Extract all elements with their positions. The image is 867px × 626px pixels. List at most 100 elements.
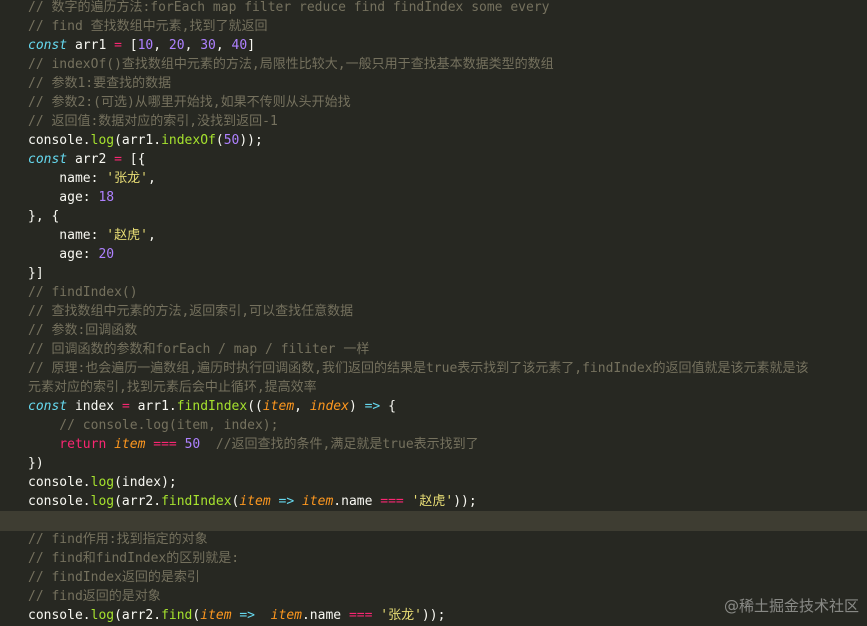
code-token: console. [28, 494, 91, 509]
code-token: 50 [223, 133, 240, 148]
code-token: === [153, 437, 177, 452]
code-line[interactable]: const index = arr1.findIndex((item, inde… [28, 397, 396, 416]
code-token: findIndex [176, 399, 248, 414]
code-token: === [380, 494, 404, 509]
code-token: // 回调函数的参数和forEach / map / filiter 一样 [28, 342, 370, 357]
code-token: }] [28, 266, 44, 281]
code-line[interactable]: console.log(index); [28, 473, 177, 492]
code-line[interactable]: }] [28, 264, 44, 283]
code-line[interactable]: console.log(arr1.indexOf(50)); [28, 131, 263, 150]
code-line[interactable]: // findIndex() [28, 283, 138, 302]
code-token: log [90, 133, 115, 148]
code-token: log [90, 494, 115, 509]
code-line[interactable]: // 参数2:(可选)从哪里开始找,如果不传则从头开始找 [28, 93, 351, 112]
code-line[interactable]: const arr2 = [{ [28, 150, 145, 169]
code-token: item [200, 608, 232, 623]
code-line[interactable]: // 返回值:数据对应的索引,没找到返回-1 [28, 112, 278, 131]
code-token: = [114, 152, 122, 167]
code-line[interactable]: // 回调函数的参数和forEach / map / filiter 一样 [28, 340, 369, 359]
code-token: item [301, 494, 334, 509]
code-line[interactable]: // indexOf()查找数组中元素的方法,局限性比较大,一般只用于查找基本数… [28, 55, 554, 74]
code-token: = [121, 399, 130, 414]
code-token: name: [28, 228, 107, 243]
code-token: item [262, 399, 295, 414]
code-editor[interactable]: // 数字的遍历方法:forEach map filter reduce fin… [0, 0, 867, 626]
code-line[interactable]: const arr1 = [10, 20, 30, 40] [28, 36, 255, 55]
code-token: // find 查找数组中元素,找到了就返回 [28, 19, 268, 34]
code-token: const [28, 399, 68, 414]
code-line[interactable]: // find返回的是对象 [28, 587, 161, 606]
code-token: arr1 [67, 38, 115, 53]
code-token: (arr2. [114, 608, 162, 623]
code-token: 50 [184, 437, 201, 452]
code-token: , [153, 38, 169, 53]
code-line[interactable]: // 参数1:要查找的数据 [28, 74, 171, 93]
code-token: [ [121, 38, 138, 53]
code-token: // find和findIndex的区别就是: [28, 551, 240, 566]
code-token: = [114, 38, 122, 53]
code-line[interactable]: console.log(arr2.findIndex(item => item.… [28, 492, 477, 511]
code-line[interactable]: // 参数:回调函数 [28, 321, 137, 340]
code-token: 20 [98, 247, 115, 262]
code-line[interactable]: // find作用:找到指定的对象 [28, 530, 208, 549]
code-token: 18 [98, 190, 115, 205]
code-line[interactable]: age: 18 [28, 188, 114, 207]
code-token: '张龙' [106, 171, 148, 186]
code-token: , [215, 38, 232, 53]
code-token: => [278, 494, 295, 509]
code-line[interactable]: // console.log(item, index); [28, 416, 278, 435]
code-token: [{ [121, 152, 146, 167]
code-token: log [90, 608, 115, 623]
code-token: arr2 [67, 152, 115, 167]
code-token: 40 [231, 38, 248, 53]
code-token: // 参数:回调函数 [28, 323, 138, 338]
code-line[interactable]: return item === 50 //返回查找的条件,满足就是true表示找… [28, 435, 478, 454]
code-line[interactable]: console.log(arr2.find(item => item.name … [28, 606, 445, 625]
code-token: .name [301, 608, 349, 623]
code-line[interactable]: name: '张龙', [28, 169, 155, 188]
code-token: ( [215, 133, 224, 148]
code-token: // findIndex返回的是索引 [28, 570, 200, 585]
code-token: (arr1. [114, 133, 162, 148]
code-line[interactable]: // findIndex返回的是索引 [28, 568, 200, 587]
code-token: )); [239, 133, 263, 148]
code-line[interactable]: // find和findIndex的区别就是: [28, 549, 239, 568]
code-token: const [28, 38, 68, 53]
code-line[interactable]: }) [28, 454, 44, 473]
code-line[interactable]: // 查找数组中元素的方法,返回索引,可以查找任意数据 [28, 302, 353, 321]
code-token: => [239, 608, 256, 623]
code-token: (( [247, 399, 263, 414]
code-line[interactable]: age: 20 [28, 245, 114, 264]
code-token: console. [28, 608, 91, 623]
current-line-highlight [0, 511, 867, 531]
code-token: .name [333, 494, 381, 509]
code-token: indexOf [161, 133, 216, 148]
code-token: // indexOf()查找数组中元素的方法,局限性比较大,一般只用于查找基本数… [28, 57, 554, 72]
code-token: // 查找数组中元素的方法,返回索引,可以查找任意数据 [28, 304, 354, 319]
code-token: console. [28, 475, 91, 490]
code-token: }) [28, 456, 44, 471]
code-token: }, { [28, 209, 60, 224]
code-token: item [239, 494, 271, 509]
code-line[interactable]: 元素对应的索引,找到元素后会中止循环,提高效率 [28, 378, 317, 397]
code-token: (index); [114, 475, 177, 490]
code-line[interactable]: name: '赵虎', [28, 226, 156, 245]
code-token: age: [28, 247, 99, 262]
code-line[interactable]: }, { [28, 207, 59, 226]
code-token: (arr2. [114, 494, 162, 509]
code-line[interactable]: // 数字的遍历方法:forEach map filter reduce fin… [28, 0, 549, 17]
code-line[interactable]: // find 查找数组中元素,找到了就返回 [28, 17, 267, 36]
code-token: => [364, 399, 381, 414]
code-line[interactable]: // 原理:也会遍历一遍数组,遍历时执行回调函数,我们返回的结果是true表示找… [28, 359, 809, 378]
code-token: , [147, 228, 156, 243]
code-token: )); [453, 494, 477, 509]
code-token: name: [28, 171, 107, 186]
code-token: findIndex [161, 494, 232, 509]
code-token: { [380, 399, 396, 414]
